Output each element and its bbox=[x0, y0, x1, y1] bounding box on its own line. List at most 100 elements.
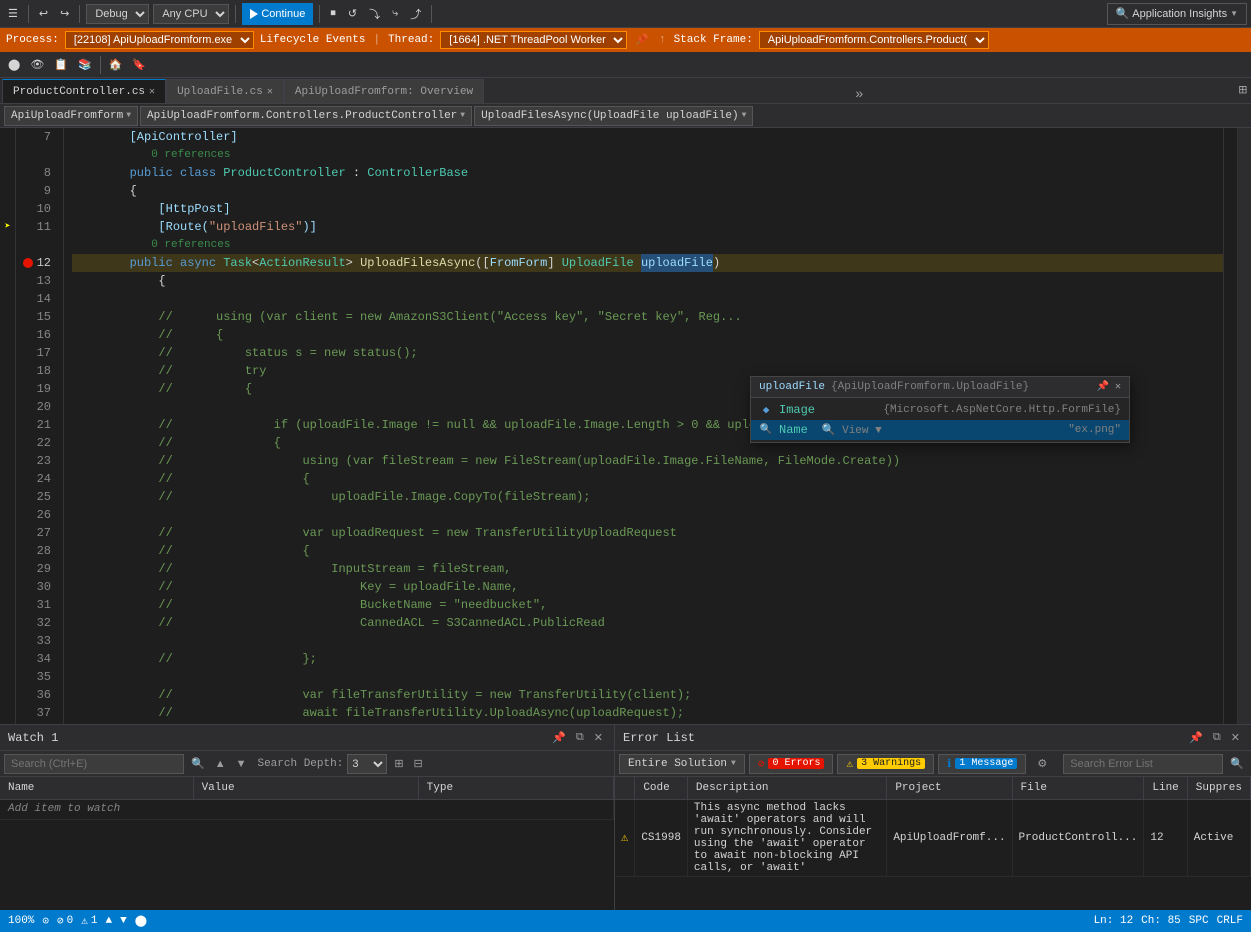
debug-dropdown[interactable]: Debug bbox=[86, 4, 149, 24]
error-search-input[interactable] bbox=[1063, 754, 1223, 774]
property-icon: ◆ bbox=[763, 403, 770, 417]
breadcrumb-method-label: UploadFilesAsync(UploadFile uploadFile) bbox=[481, 110, 738, 122]
breadcrumb-project[interactable]: ApiUploadFromform ▼ bbox=[4, 106, 138, 126]
watch-close-btn[interactable]: ✕ bbox=[591, 730, 606, 745]
breadcrumb-method[interactable]: UploadFilesAsync(UploadFile uploadFile) … bbox=[474, 106, 753, 126]
restart-btn[interactable]: ↺ bbox=[344, 5, 361, 22]
stack-frame-selector[interactable]: ApiUploadFromform.Controllers.Product( bbox=[759, 31, 989, 49]
error-col-icon bbox=[615, 777, 635, 799]
watch-search-btn[interactable]: 🔍 bbox=[188, 756, 208, 771]
tab-overview[interactable]: ApiUploadFromform: Overview bbox=[284, 79, 484, 103]
code-line-25: // uploadFile.Image.CopyTo(fileStream); bbox=[72, 488, 1223, 506]
watch-down-btn[interactable]: ▼ bbox=[233, 757, 250, 771]
callstack-btn[interactable]: 📚 bbox=[74, 56, 96, 73]
error-messages-filter[interactable]: ℹ 1 Message bbox=[938, 754, 1026, 774]
intellisense-item-image-label: Image bbox=[779, 403, 815, 417]
status-error-count[interactable]: ⊘ 0 bbox=[57, 914, 73, 928]
error-pin-btn[interactable]: 📌 bbox=[1186, 730, 1206, 745]
watch-filter-btn[interactable]: ⊟ bbox=[411, 756, 426, 771]
line-26: 26 bbox=[16, 506, 57, 524]
step-into-btn[interactable]: ⤷ bbox=[388, 5, 402, 22]
step-over-btn[interactable]: ⤵ bbox=[365, 4, 384, 24]
watch-search-input[interactable] bbox=[4, 754, 184, 774]
locals-btn[interactable]: 📋 bbox=[50, 56, 72, 73]
separator bbox=[431, 5, 432, 23]
stack-frame-label: Stack Frame: bbox=[674, 34, 753, 46]
bookmark-btn[interactable]: 🔖 bbox=[128, 56, 150, 73]
vertical-scrollbar[interactable] bbox=[1237, 128, 1251, 748]
search-depth-label: Search Depth: bbox=[257, 758, 343, 770]
thread-label: Thread: bbox=[388, 34, 434, 46]
line-number-gutter: 7 8 9 10 11 12 13 14 15 16 17 18 19 20 2… bbox=[16, 128, 64, 748]
menu-btn[interactable]: ☰ bbox=[4, 5, 22, 22]
error-circle-icon: ⊘ bbox=[57, 914, 64, 928]
continue-button[interactable]: Continue bbox=[242, 3, 313, 25]
error-warnings-filter[interactable]: ⚠ 3 Warnings bbox=[837, 754, 934, 774]
status-nav-up[interactable]: ▲ bbox=[106, 915, 113, 927]
watch-btn[interactable]: 👁 bbox=[26, 56, 48, 73]
error-build-filter-btn[interactable]: ⚙ bbox=[1034, 756, 1050, 771]
watch-add-item-row[interactable]: Add item to watch bbox=[0, 799, 614, 819]
warning-icon: ⚠ bbox=[621, 831, 628, 845]
watch-options-btn[interactable]: ⊞ bbox=[391, 756, 406, 771]
line-23: 23 bbox=[16, 452, 57, 470]
breakpoints-btn[interactable]: ⬤ bbox=[4, 56, 24, 73]
line-9: 9 bbox=[16, 182, 57, 200]
line-22: 22 bbox=[16, 434, 57, 452]
close-tab-icon[interactable]: ✕ bbox=[149, 86, 155, 98]
error-float-btn[interactable]: ⧉ bbox=[1210, 730, 1224, 745]
status-breakpoint-icon[interactable]: ⬤ bbox=[135, 914, 147, 928]
error-scope-filter[interactable]: Entire Solution ▼ bbox=[619, 754, 745, 774]
tab-overflow-btn[interactable]: » bbox=[849, 87, 869, 103]
undo-btn[interactable]: ↩ bbox=[35, 5, 52, 22]
home-btn[interactable]: 🏠 bbox=[105, 56, 127, 73]
error-project-cell: ApiUploadFromf... bbox=[887, 799, 1012, 876]
step-out-btn[interactable]: ⤴ bbox=[406, 4, 425, 24]
app-insights-button[interactable]: 🔍 Application Insights ▼ bbox=[1107, 3, 1247, 25]
code-line-17: // status s = new status(); bbox=[72, 344, 1223, 362]
warning-triangle-icon: ⚠ bbox=[846, 757, 853, 771]
tab-upload-file[interactable]: UploadFile.cs ✕ bbox=[166, 79, 284, 103]
line-8: 8 bbox=[16, 164, 57, 182]
status-warning-count[interactable]: ⚠ 1 bbox=[81, 914, 97, 928]
error-col-suppress: Suppres bbox=[1187, 777, 1250, 799]
error-row-1[interactable]: ⚠ CS1998 This async method lacks 'await'… bbox=[615, 799, 1251, 876]
intellisense-popup[interactable]: uploadFile {ApiUploadFromform.UploadFile… bbox=[750, 376, 1130, 443]
debug-margin: ➤ bbox=[0, 128, 16, 748]
process-selector[interactable]: [22108] ApiUploadFromform.exe bbox=[65, 31, 254, 49]
line-18: 18 bbox=[16, 362, 57, 380]
status-line-ending: CRLF bbox=[1217, 915, 1243, 927]
line-21: 21 bbox=[16, 416, 57, 434]
redo-btn[interactable]: ↪ bbox=[56, 5, 73, 22]
thread-selector[interactable]: [1664] .NET ThreadPool Worker bbox=[440, 31, 627, 49]
code-line-32: // CannedACL = S3CannedACL.PublicRead bbox=[72, 614, 1223, 632]
process-bar: Process: [22108] ApiUploadFromform.exe L… bbox=[0, 28, 1251, 52]
code-line-26 bbox=[72, 506, 1223, 524]
add-watch-label: Add item to watch bbox=[0, 799, 614, 819]
separator bbox=[28, 5, 29, 23]
status-nav-down[interactable]: ▼ bbox=[120, 915, 127, 927]
watch-float-btn[interactable]: ⧉ bbox=[573, 730, 587, 745]
intellisense-item-image[interactable]: ◆ Image {Microsoft.AspNetCore.Http.FormF… bbox=[751, 400, 1129, 420]
error-close-btn[interactable]: ✕ bbox=[1228, 730, 1243, 745]
intellisense-item-name-label: Name bbox=[779, 423, 808, 437]
watch-up-btn[interactable]: ▲ bbox=[212, 757, 229, 771]
stop-btn[interactable]: ⏹ bbox=[326, 5, 340, 22]
tab-product-controller[interactable]: ProductController.cs ✕ bbox=[2, 79, 166, 103]
lifecycle-label: Lifecycle Events bbox=[260, 34, 366, 46]
line-15: 15 bbox=[16, 308, 57, 326]
code-line-27: // var uploadRequest = new TransferUtili… bbox=[72, 524, 1223, 542]
close-all-tabs-icon[interactable]: ⊞ bbox=[1235, 82, 1251, 99]
line-ref2 bbox=[16, 236, 57, 254]
tab-label: ApiUploadFromform: Overview bbox=[295, 86, 473, 98]
breadcrumb-class[interactable]: ApiUploadFromform.Controllers.ProductCon… bbox=[140, 106, 472, 126]
intellisense-item-name[interactable]: 🔍 Name 🔍 View ▼ "ex.png" bbox=[751, 420, 1129, 440]
intellisense-close-icon[interactable]: ✕ bbox=[1115, 381, 1121, 393]
search-depth-select[interactable]: 3 bbox=[347, 754, 387, 774]
close-tab-icon[interactable]: ✕ bbox=[267, 86, 273, 98]
error-errors-filter[interactable]: ⊘ 0 Errors bbox=[749, 754, 834, 774]
error-search-btn[interactable]: 🔍 bbox=[1227, 756, 1247, 771]
cpu-dropdown[interactable]: Any CPU bbox=[153, 4, 229, 24]
intellisense-pin-icon[interactable]: 📌 bbox=[1097, 381, 1109, 393]
watch-pin-btn[interactable]: 📌 bbox=[549, 730, 569, 745]
